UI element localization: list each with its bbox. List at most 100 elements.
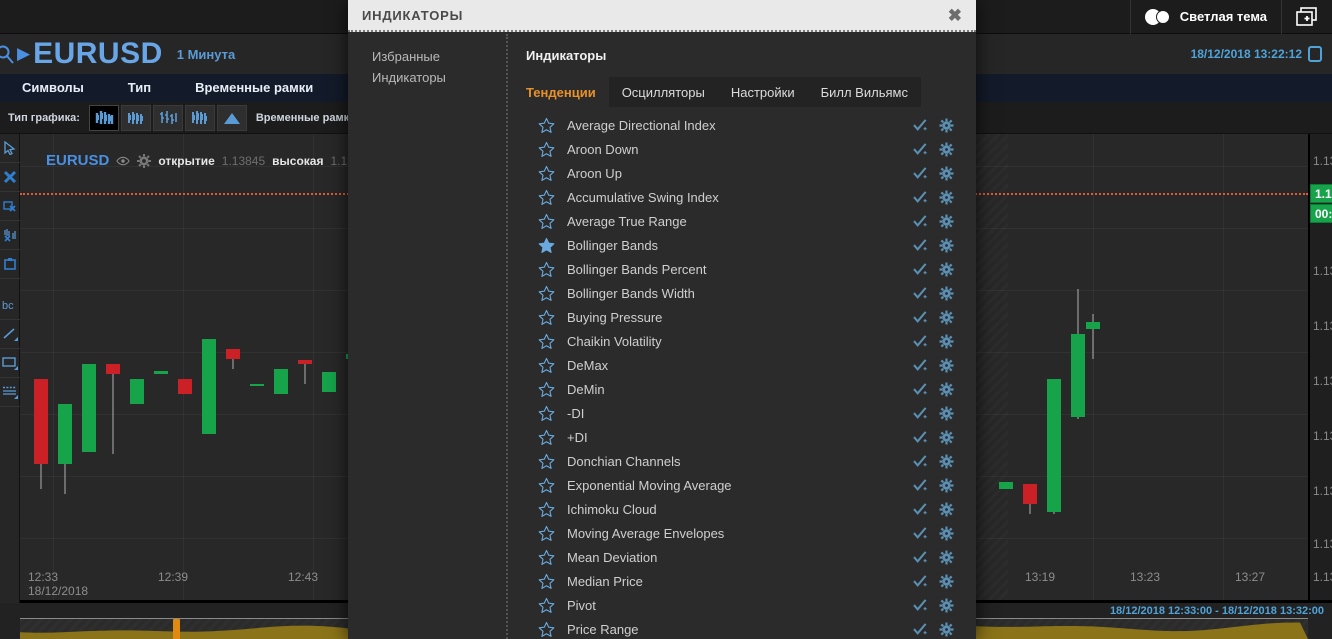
add-indicator-icon[interactable] (913, 286, 928, 301)
star-icon[interactable] (538, 573, 555, 590)
indicator-row[interactable]: Average Directional Index (526, 113, 966, 137)
star-icon[interactable] (538, 333, 555, 350)
indicator-row[interactable]: Aroon Down (526, 137, 966, 161)
gear-icon[interactable] (939, 333, 954, 349)
text-tool-button[interactable]: bc (0, 291, 20, 320)
add-indicator-icon[interactable] (913, 238, 928, 253)
indicator-row[interactable]: +DI (526, 425, 966, 449)
indicator-row[interactable]: Pivot (526, 593, 966, 617)
close-icon[interactable]: ✖ (948, 7, 976, 24)
chart-type-candlestick-button[interactable] (88, 104, 119, 131)
gear-icon[interactable] (939, 309, 954, 325)
gear-icon[interactable] (939, 453, 954, 469)
gear-icon[interactable] (939, 405, 954, 421)
add-indicator-icon[interactable] (913, 310, 928, 325)
star-icon[interactable] (538, 261, 555, 278)
star-icon[interactable] (538, 405, 555, 422)
add-indicator-icon[interactable] (913, 622, 928, 637)
indicator-row[interactable]: Buying Pressure (526, 305, 966, 329)
navigator-handle-left[interactable] (173, 619, 180, 639)
symbol-name[interactable]: EURUSD (33, 37, 163, 71)
tab-settings[interactable]: Настройки (717, 77, 808, 107)
delete-indicators-tool-button[interactable] (0, 221, 20, 250)
star-icon[interactable] (538, 597, 555, 614)
indicator-row[interactable]: -DI (526, 401, 966, 425)
star-filled-icon[interactable] (538, 237, 555, 254)
add-indicator-icon[interactable] (913, 598, 928, 613)
add-indicator-icon[interactable] (913, 502, 928, 517)
gear-icon[interactable] (939, 189, 954, 205)
star-icon[interactable] (538, 165, 555, 182)
chart-type-hollow-candlestick-button[interactable] (120, 104, 151, 131)
add-indicator-icon[interactable] (913, 382, 928, 397)
indicator-row[interactable]: Moving Average Envelopes (526, 521, 966, 545)
star-icon[interactable] (538, 381, 555, 398)
trendline-tool-button[interactable] (0, 320, 20, 349)
indicator-row[interactable]: Median Price (526, 569, 966, 593)
chart-type-heikinashi-button[interactable] (184, 104, 215, 131)
star-icon[interactable] (538, 141, 555, 158)
clipboard-tool-button[interactable] (0, 250, 20, 279)
star-icon[interactable] (538, 549, 555, 566)
add-indicator-icon[interactable] (913, 214, 928, 229)
gear-icon[interactable] (939, 621, 954, 637)
dialog-title-bar[interactable]: ИНДИКАТОРЫ ✖ (348, 0, 976, 32)
add-indicator-icon[interactable] (913, 118, 928, 133)
add-indicator-icon[interactable] (913, 454, 928, 469)
chart-type-bar-button[interactable] (152, 104, 183, 131)
theme-switch-button[interactable]: Светлая тема (1129, 0, 1281, 34)
indicator-row[interactable]: Aroon Up (526, 161, 966, 185)
gear-icon[interactable] (939, 381, 954, 397)
add-indicator-icon[interactable] (913, 526, 928, 541)
cursor-tool-button[interactable] (0, 134, 20, 163)
star-icon[interactable] (538, 453, 555, 470)
price-scale[interactable]: 1.138 00:4 1.138 1.138 1.138 1.137 1.137 1.13… (1308, 134, 1332, 600)
gear-icon[interactable] (939, 501, 954, 517)
sidebar-item-indicators[interactable]: Индикаторы (372, 67, 506, 88)
star-icon[interactable] (538, 357, 555, 374)
indicator-row[interactable]: Accumulative Swing Index (526, 185, 966, 209)
indicator-row[interactable]: Price Range (526, 617, 966, 639)
gear-icon[interactable] (939, 261, 954, 277)
add-window-button[interactable] (1281, 0, 1332, 34)
add-indicator-icon[interactable] (913, 574, 928, 589)
indicator-row[interactable]: Mean Deviation (526, 545, 966, 569)
indicator-row[interactable]: Ichimoku Cloud (526, 497, 966, 521)
tab-bill-williams[interactable]: Билл Вильямс (807, 77, 921, 107)
indicator-row[interactable]: Bollinger Bands Width (526, 281, 966, 305)
add-indicator-icon[interactable] (913, 190, 928, 205)
menu-item-type[interactable]: Тип (106, 74, 173, 102)
indicator-row[interactable]: DeMax (526, 353, 966, 377)
gear-icon[interactable] (939, 117, 954, 133)
gear-icon[interactable] (939, 525, 954, 541)
rectangle-tool-button[interactable] (0, 349, 20, 378)
star-icon[interactable] (538, 477, 555, 494)
add-indicator-icon[interactable] (913, 334, 928, 349)
add-indicator-icon[interactable] (913, 406, 928, 421)
indicator-row[interactable]: Donchian Channels (526, 449, 966, 473)
indicator-row[interactable]: Chaikin Volatility (526, 329, 966, 353)
star-icon[interactable] (538, 621, 555, 638)
indicator-row[interactable]: DeMin (526, 377, 966, 401)
add-indicator-icon[interactable] (913, 262, 928, 277)
delete-selected-tool-button[interactable] (0, 163, 20, 192)
star-icon[interactable] (538, 309, 555, 326)
star-icon[interactable] (538, 525, 555, 542)
indicator-row[interactable]: Bollinger Bands Percent (526, 257, 966, 281)
sidebar-item-favorites[interactable]: Избранные (372, 46, 506, 67)
gear-icon[interactable] (939, 213, 954, 229)
gear-icon[interactable] (939, 549, 954, 565)
star-icon[interactable] (538, 429, 555, 446)
indicator-row[interactable]: Exponential Moving Average (526, 473, 966, 497)
gear-icon[interactable] (939, 573, 954, 589)
gear-icon[interactable] (939, 597, 954, 613)
gear-icon[interactable] (939, 357, 954, 373)
symbol-expand-caret[interactable]: ▶ (17, 44, 30, 64)
gear-icon[interactable] (939, 141, 954, 157)
add-indicator-icon[interactable] (913, 142, 928, 157)
add-indicator-icon[interactable] (913, 430, 928, 445)
gear-icon[interactable] (939, 285, 954, 301)
menu-item-symbols[interactable]: Символы (0, 74, 106, 102)
star-icon[interactable] (538, 213, 555, 230)
star-icon[interactable] (538, 285, 555, 302)
